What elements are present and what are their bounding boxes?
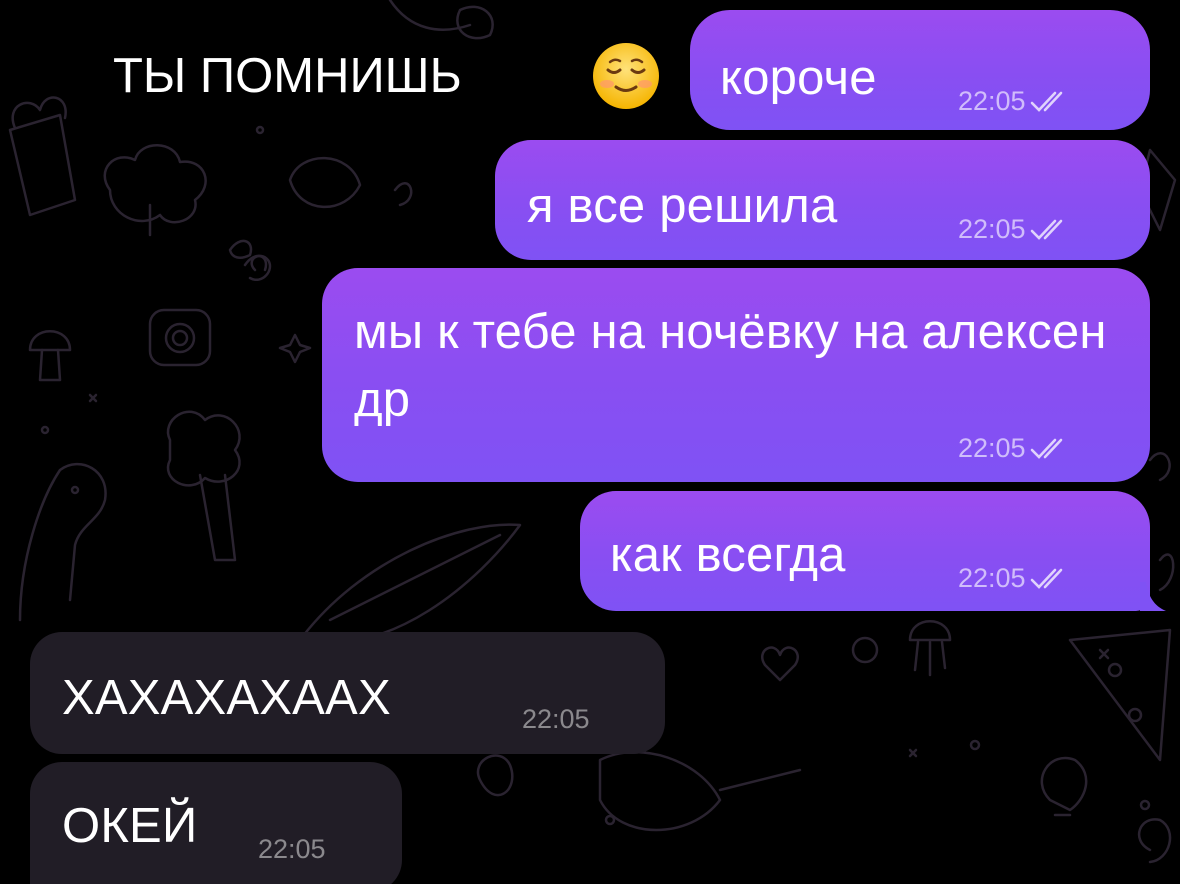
- message-time: 22:05: [958, 214, 1026, 244]
- message-time: 22:05: [522, 704, 590, 734]
- message-meta: 22:05: [258, 834, 326, 865]
- double-check-icon: [1030, 91, 1062, 112]
- message-meta: 22:05: [958, 86, 1068, 117]
- message-text: мы к тебе на ночёвку на алексен др: [354, 305, 1107, 427]
- bubble-tail: [1140, 582, 1166, 611]
- incoming-message[interactable]: ОКЕЙ 22:05: [30, 762, 402, 884]
- outgoing-message[interactable]: мы к тебе на ночёвку на алексен др 22:05: [322, 268, 1150, 482]
- outgoing-message[interactable]: как всегда 22:05: [580, 491, 1150, 611]
- message-text: ОКЕЙ: [62, 799, 198, 853]
- message-meta: 22:05: [958, 433, 1068, 464]
- message-time: 22:05: [958, 433, 1026, 463]
- message-time: 22:05: [958, 563, 1026, 593]
- outgoing-message[interactable]: я все решила 22:05: [495, 140, 1150, 260]
- message-text: я все решила: [527, 179, 838, 233]
- outgoing-message[interactable]: короче 22:05: [690, 10, 1150, 130]
- message-meta: 22:05: [958, 214, 1068, 245]
- message-meta: 22:05: [958, 563, 1068, 594]
- smiling-face-icon: [593, 43, 659, 109]
- double-check-icon: [1030, 219, 1062, 240]
- previous-message-text: ТЫ ПОМНИШЬ: [113, 49, 462, 103]
- double-check-icon: [1030, 568, 1062, 589]
- message-time: 22:05: [958, 86, 1026, 116]
- message-text: как всегда: [610, 528, 846, 582]
- message-text: ХАХАХАХААХ: [62, 671, 391, 725]
- incoming-message[interactable]: ХАХАХАХААХ 22:05: [30, 632, 665, 754]
- message-text: короче: [720, 51, 877, 105]
- message-time: 22:05: [258, 834, 326, 864]
- message-meta: 22:05: [522, 704, 590, 735]
- double-check-icon: [1030, 438, 1062, 459]
